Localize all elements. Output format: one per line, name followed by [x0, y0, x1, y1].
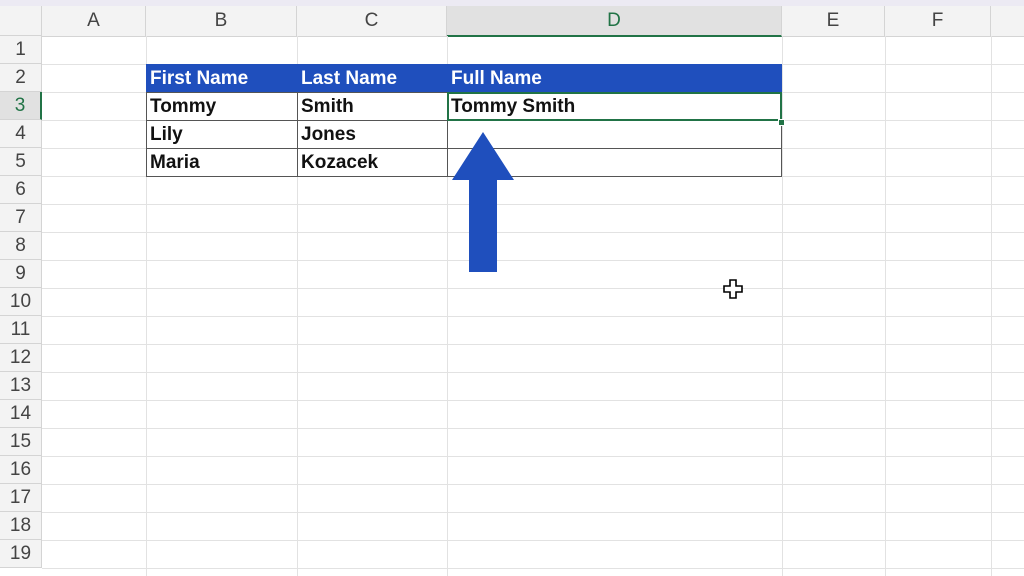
row-header-9[interactable]: 9 — [0, 260, 42, 288]
cell-b4[interactable]: Lily — [146, 120, 298, 149]
row-header-17[interactable]: 17 — [0, 484, 42, 512]
row-header-14[interactable]: 14 — [0, 400, 42, 428]
gridline-row-18 — [42, 512, 1024, 513]
row-header-6[interactable]: 6 — [0, 176, 42, 204]
column-header-e[interactable]: E — [782, 6, 885, 36]
column-header-b[interactable]: B — [146, 6, 297, 36]
row-header-5[interactable]: 5 — [0, 148, 42, 176]
up-arrow-icon — [452, 132, 514, 272]
gridline-row-11 — [42, 316, 1024, 317]
cell-b2-header-first-name[interactable]: First Name — [146, 64, 298, 93]
gridline-row-7 — [42, 204, 1024, 205]
row-header-18[interactable]: 18 — [0, 512, 42, 540]
cell-select-cross-icon — [723, 279, 743, 299]
row-header-8[interactable]: 8 — [0, 232, 42, 260]
row-header-15[interactable]: 15 — [0, 428, 42, 456]
row-header-3[interactable]: 3 — [0, 92, 42, 120]
gridline-row-12 — [42, 344, 1024, 345]
column-header-a[interactable]: A — [42, 6, 146, 36]
row-header-1[interactable]: 1 — [0, 36, 42, 64]
cell-c4[interactable]: Jones — [297, 120, 448, 149]
gridline-row-15 — [42, 428, 1024, 429]
cell-c5[interactable]: Kozacek — [297, 148, 448, 177]
row-header-12[interactable]: 12 — [0, 344, 42, 372]
row-header-11[interactable]: 11 — [0, 316, 42, 344]
gridline-col-f — [885, 36, 886, 576]
gridline-row-10 — [42, 288, 1024, 289]
row-header-13[interactable]: 13 — [0, 372, 42, 400]
row-header-7[interactable]: 7 — [0, 204, 42, 232]
cell-c2-header-last-name[interactable]: Last Name — [297, 64, 448, 93]
cell-b3[interactable]: Tommy — [146, 92, 298, 121]
row-header-4[interactable]: 4 — [0, 120, 42, 148]
gridline-row-14 — [42, 400, 1024, 401]
column-header-f[interactable]: F — [885, 6, 991, 36]
gridline-row-16 — [42, 456, 1024, 457]
cell-d2-header-full-name[interactable]: Full Name — [447, 64, 782, 93]
gridline-row-20 — [42, 568, 1024, 569]
gridline-row-8 — [42, 232, 1024, 233]
gridline-row-19 — [42, 540, 1024, 541]
cell-b5[interactable]: Maria — [146, 148, 298, 177]
gridline-col-e — [782, 36, 783, 576]
cell-c3[interactable]: Smith — [297, 92, 448, 121]
gridline-row-9 — [42, 260, 1024, 261]
row-header-19[interactable]: 19 — [0, 540, 42, 568]
row-header-2[interactable]: 2 — [0, 64, 42, 92]
column-header-c[interactable]: C — [297, 6, 447, 36]
row-header-10[interactable]: 10 — [0, 288, 42, 316]
column-header-d[interactable]: D — [447, 6, 782, 37]
select-all-corner[interactable] — [0, 6, 42, 36]
fill-handle[interactable] — [778, 119, 785, 126]
gridline-row-13 — [42, 372, 1024, 373]
gridline-row-17 — [42, 484, 1024, 485]
gridline-col-g — [991, 36, 992, 576]
cell-d3-selected[interactable]: Tommy Smith — [447, 92, 782, 121]
row-header-16[interactable]: 16 — [0, 456, 42, 484]
